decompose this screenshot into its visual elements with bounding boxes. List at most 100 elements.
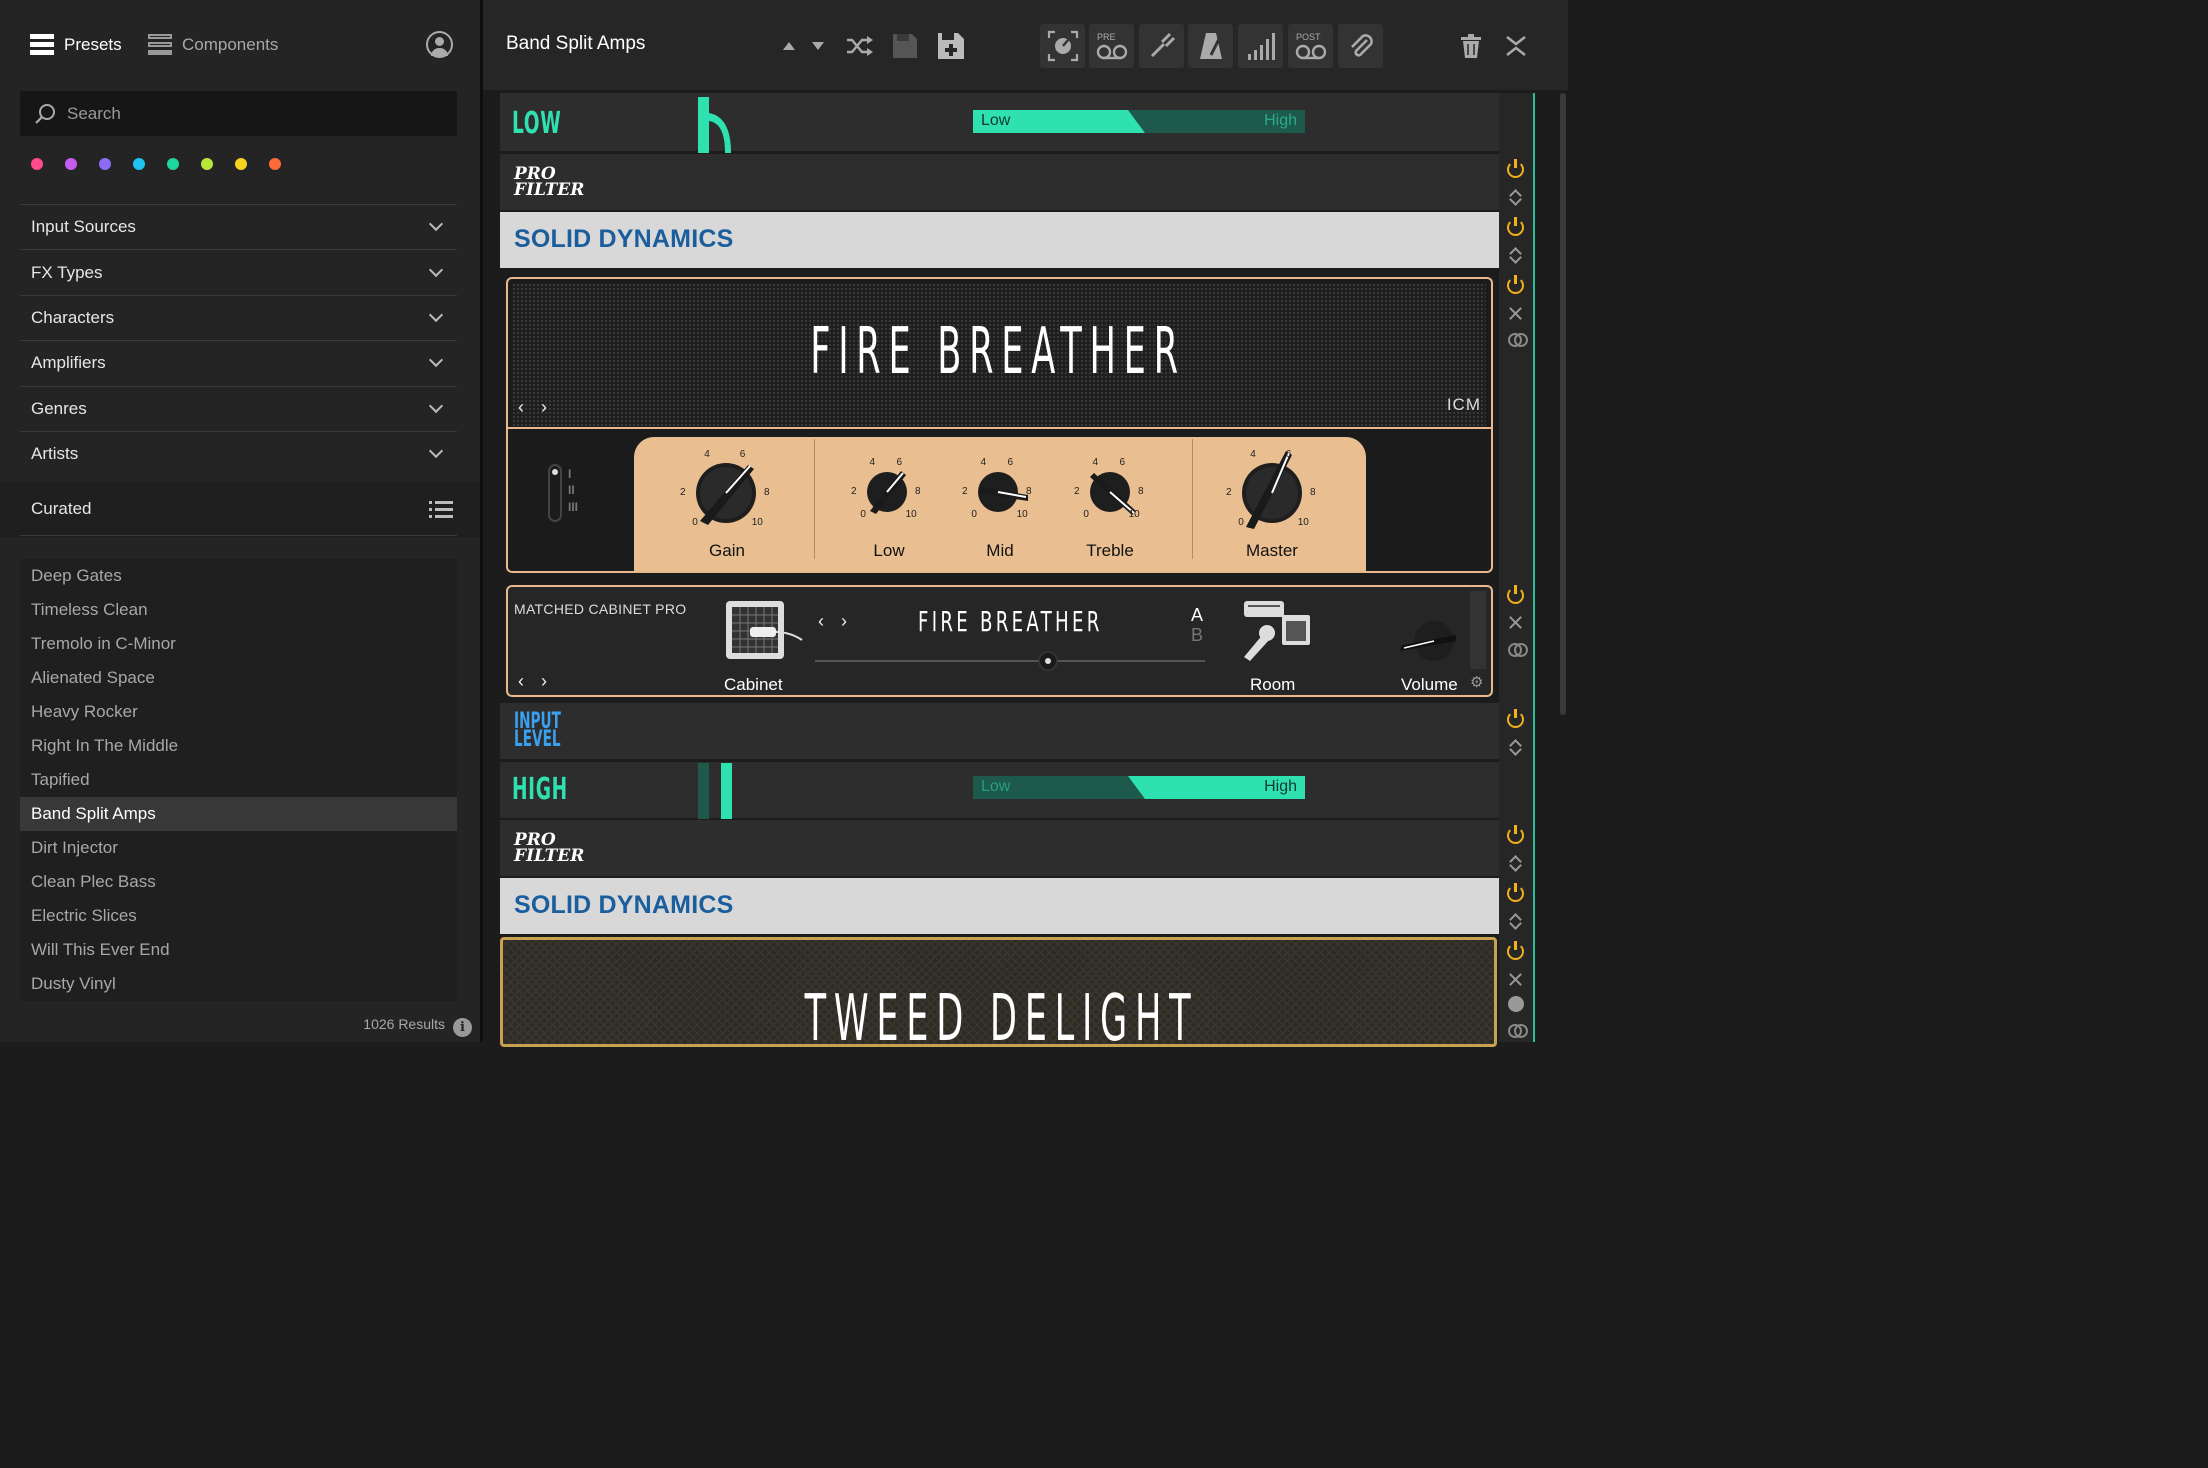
- power-icon[interactable]: [1507, 825, 1524, 844]
- power-icon[interactable]: [1507, 709, 1524, 728]
- cabinet-amp-icon[interactable]: [724, 595, 804, 663]
- panel-divider[interactable]: [480, 0, 483, 1042]
- link-icon[interactable]: [1508, 643, 1528, 657]
- preset-list-item[interactable]: Electric Slices: [20, 899, 457, 933]
- chevron-down-icon: [428, 307, 444, 323]
- power-icon[interactable]: [1507, 217, 1524, 236]
- user-profile-icon[interactable]: [426, 31, 453, 58]
- expand-icon[interactable]: [1509, 189, 1522, 205]
- tuning-fork-button[interactable]: [1139, 24, 1184, 68]
- tuner-button[interactable]: [1040, 24, 1085, 68]
- collapse-all-icon[interactable]: [1505, 24, 1527, 68]
- filter-characters[interactable]: Characters: [20, 294, 457, 340]
- knob-scale-label: 8: [1138, 486, 1144, 497]
- mic-icon[interactable]: [1508, 996, 1524, 1012]
- level-meter-button[interactable]: [1238, 24, 1283, 68]
- collapse-icon[interactable]: [1509, 306, 1522, 320]
- expand-icon[interactable]: [1509, 247, 1522, 263]
- cabinet-preset-arrows-icon[interactable]: ‹ ›: [518, 671, 553, 692]
- rack-scrollbar[interactable]: [1560, 93, 1566, 715]
- power-icon[interactable]: [1507, 275, 1524, 294]
- expand-icon[interactable]: [1509, 913, 1522, 929]
- preset-list-item[interactable]: Dirt Injector: [20, 831, 457, 865]
- filter-artists[interactable]: Artists: [20, 430, 457, 476]
- preset-list-item[interactable]: Will This Ever End: [20, 933, 457, 967]
- power-icon[interactable]: [1507, 941, 1524, 960]
- power-icon[interactable]: [1507, 585, 1524, 604]
- high-band-split-slider[interactable]: Low High: [973, 776, 1305, 799]
- color-tag-dot[interactable]: [269, 158, 281, 170]
- tab-components[interactable]: Components: [148, 30, 278, 60]
- channel-switch[interactable]: [548, 464, 562, 522]
- ab-selector[interactable]: A B: [1191, 605, 1203, 645]
- matched-cabinet-pro: MATCHED CABINET PRO ‹ › Cabinet ‹ › FIRE…: [506, 585, 1493, 697]
- power-icon[interactable]: [1507, 159, 1524, 178]
- color-tag-dot[interactable]: [235, 158, 247, 170]
- post-tape-button[interactable]: POST: [1288, 24, 1333, 68]
- mic-position-thumb[interactable]: [1038, 651, 1058, 671]
- color-tag-dot[interactable]: [133, 158, 145, 170]
- amp-model-arrows-icon[interactable]: ‹ ›: [518, 397, 553, 418]
- filter-input-sources[interactable]: Input Sources: [20, 204, 457, 249]
- preset-list-item[interactable]: Timeless Clean: [20, 593, 457, 627]
- previous-preset-icon[interactable]: [783, 24, 795, 68]
- filter-amplifiers[interactable]: Amplifiers: [20, 340, 457, 385]
- filter-list: Input Sources FX Types Characters Amplifier…: [20, 204, 457, 476]
- tab-presets[interactable]: Presets: [30, 30, 122, 60]
- pro-filter-1-panel[interactable]: [500, 154, 1499, 210]
- metronome-button[interactable]: [1188, 24, 1233, 68]
- low-band-split-slider[interactable]: Low High: [973, 110, 1305, 133]
- input-level-panel[interactable]: [500, 703, 1499, 759]
- preset-list-item[interactable]: Deep Gates: [20, 559, 457, 593]
- link-icon[interactable]: [1508, 333, 1528, 347]
- settings-gear-icon[interactable]: ⚙: [1470, 673, 1483, 691]
- knob-scale-label: 8: [764, 487, 770, 498]
- next-preset-icon[interactable]: [812, 24, 824, 68]
- filter-genres[interactable]: Genres: [20, 385, 457, 431]
- pre-tape-button[interactable]: PRE: [1089, 24, 1134, 68]
- preset-list-item[interactable]: Heavy Rocker: [20, 695, 457, 729]
- expand-icon[interactable]: [1509, 855, 1522, 871]
- amp-brand-logo: ICM: [1446, 395, 1481, 414]
- preset-list-item[interactable]: Dusty Vinyl: [20, 967, 457, 1001]
- solid-dynamics-2-panel[interactable]: SOLID DYNAMICS: [500, 878, 1499, 934]
- save-as-icon[interactable]: [937, 24, 965, 68]
- link-icon[interactable]: [1508, 1024, 1528, 1038]
- preset-list-item[interactable]: Right In The Middle: [20, 729, 457, 763]
- color-tag-dot[interactable]: [31, 158, 43, 170]
- preset-list-item[interactable]: Clean Plec Bass: [20, 865, 457, 899]
- mic-a-label[interactable]: A: [1191, 605, 1203, 625]
- filter-fx-types[interactable]: FX Types: [20, 249, 457, 294]
- expand-icon[interactable]: [1509, 739, 1522, 755]
- mic-b-label[interactable]: B: [1191, 625, 1203, 645]
- power-icon[interactable]: [1507, 883, 1524, 902]
- curated-header[interactable]: Curated: [20, 482, 457, 536]
- preset-list-item[interactable]: Alienated Space: [20, 661, 457, 695]
- color-tag-dot[interactable]: [99, 158, 111, 170]
- color-tag-dot[interactable]: [167, 158, 179, 170]
- save-icon[interactable]: [892, 24, 918, 68]
- collapse-icon[interactable]: [1509, 615, 1522, 629]
- info-icon[interactable]: i: [453, 1018, 472, 1037]
- preset-list-item[interactable]: Tremolo in C-Minor: [20, 627, 457, 661]
- color-tag-dot[interactable]: [201, 158, 213, 170]
- knob-scale-label: 10: [1128, 508, 1140, 520]
- volume-knob[interactable]: [1396, 615, 1466, 665]
- shuffle-icon[interactable]: [845, 24, 873, 68]
- trash-icon[interactable]: [1460, 24, 1482, 68]
- pro-filter-2-panel[interactable]: [500, 820, 1499, 876]
- list-view-icon[interactable]: [429, 500, 453, 518]
- preset-list-item[interactable]: Band Split Amps: [20, 797, 457, 831]
- color-tag-dot[interactable]: [65, 158, 77, 170]
- collapse-icon[interactable]: [1509, 972, 1522, 986]
- search-input[interactable]: [65, 91, 445, 136]
- cabinet-model-arrows-icon[interactable]: ‹ ›: [818, 611, 853, 632]
- preset-list-item[interactable]: Tapified: [20, 763, 457, 797]
- faceplate-divider: [814, 439, 815, 559]
- attachment-button[interactable]: [1338, 24, 1383, 68]
- knob-scale-label: 2: [1074, 486, 1080, 497]
- knob-scale-label: 4: [704, 448, 710, 460]
- room-icon[interactable]: [1234, 599, 1314, 663]
- solid-dynamics-1-panel[interactable]: SOLID DYNAMICS: [500, 212, 1499, 268]
- mic-position-slider[interactable]: [815, 660, 1205, 662]
